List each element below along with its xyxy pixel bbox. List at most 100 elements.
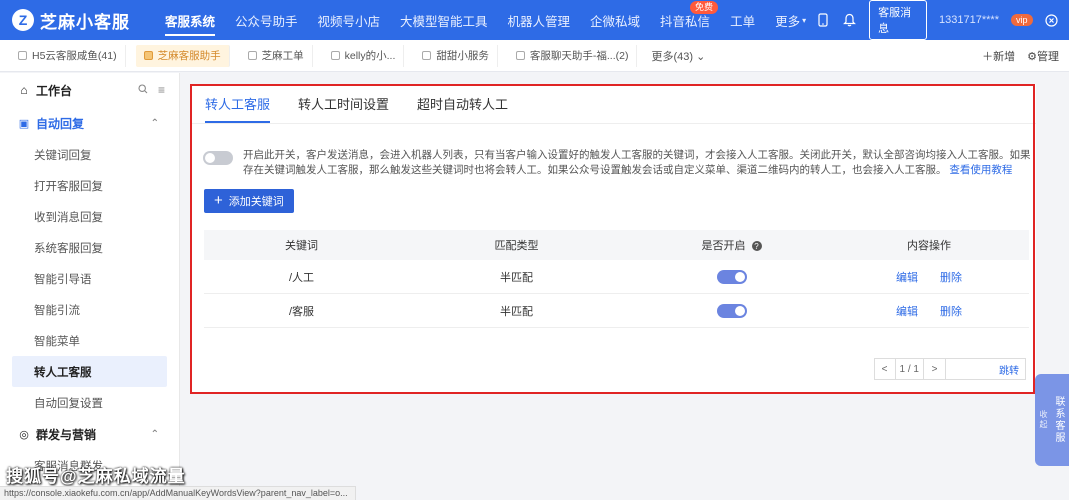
switch-description: 开启此开关，客户发送消息，会进入机器人列表，只有当客户输入设置好的触发人工客服的… (243, 148, 1033, 178)
sidebar-item-auto-reply-settings[interactable]: 自动回复设置 (0, 387, 167, 418)
account-tab[interactable]: 客服聊天助手-福...(2) (508, 44, 638, 67)
home-icon: ⌂ (20, 83, 28, 97)
account-tab[interactable]: 甜甜小服务 (414, 44, 498, 67)
tab-transfer-human[interactable]: 转人工客服 (205, 94, 284, 123)
vip-badge: vip (1010, 14, 1033, 26)
table-row: /客服 半匹配 编辑 删除 (204, 294, 1029, 328)
account-tab[interactable]: kelly的小... (323, 44, 405, 67)
mobile-icon[interactable] (816, 12, 831, 28)
column-enabled-label: 是否开启 (701, 240, 746, 252)
account-tab-label: kelly的小... (344, 50, 396, 62)
table-header: 关键词 匹配类型 是否开启 ? 内容操作 (204, 230, 1029, 260)
nav-item-video-shop[interactable]: 视频号小店 (307, 0, 390, 40)
chevron-down-icon: ⌄ (696, 50, 706, 63)
enabled-toggle[interactable] (716, 303, 747, 318)
sidebar-item-message-reply[interactable]: 收到消息回复 (0, 201, 167, 232)
enabled-cell (634, 303, 829, 318)
more-accounts-label: 更多(43) (651, 50, 694, 63)
sidebar-item-smart-menu[interactable]: 智能菜单 (0, 325, 167, 356)
sidebar-item-open-reply[interactable]: 打开客服回复 (0, 170, 167, 201)
nav-item-ai-tools[interactable]: 大模型智能工具 (390, 0, 498, 40)
add-keyword-button[interactable]: + 添加关键词 (204, 189, 294, 213)
account-tab-active[interactable]: 芝麻客服助手 (135, 44, 230, 67)
robot-switch-toggle[interactable] (203, 151, 233, 165)
account-tabs-bar: H5云客服咸鱼(41) 芝麻客服助手 芝麻工单 kelly的小... 甜甜小服务… (0, 40, 1069, 72)
tab-timeout-transfer[interactable]: 超时自动转人工 (417, 94, 522, 123)
account-avatar-icon (422, 51, 432, 60)
nav-item-ticket[interactable]: 工单 (720, 0, 765, 40)
sidebar-workbench[interactable]: ⌂ 工作台 ≡ (0, 73, 179, 107)
match-type-cell: 半匹配 (500, 305, 533, 318)
close-circle-icon[interactable] (1045, 12, 1060, 28)
customer-message-button[interactable]: 客服消息 (869, 0, 928, 40)
next-page-button[interactable]: > (924, 358, 946, 380)
column-operations: 内容操作 (907, 240, 951, 252)
switch-description-text: 开启此开关，客户发送消息，会进入机器人列表，只有当客户输入设置好的触发人工客服的… (243, 149, 1031, 176)
manage-button[interactable]: ⚙管理 (1027, 48, 1059, 64)
sidebar-item-smart-traffic[interactable]: 智能引流 (0, 294, 167, 325)
sidebar-group-marketing[interactable]: ◎ 群发与营销 ⌃ (0, 418, 179, 450)
nav-item-douyin[interactable]: 抖音私信 免费 (650, 0, 720, 40)
delete-button[interactable]: 删除 (940, 269, 962, 285)
search-icon[interactable] (138, 83, 148, 97)
operations-cell: 编辑 删除 (829, 269, 1029, 285)
edit-button[interactable]: 编辑 (896, 303, 918, 319)
logo-icon: Z (12, 9, 34, 31)
add-keyword-label: 添加关键词 (228, 196, 284, 208)
sidebar-item-system-reply[interactable]: 系统客服回复 (0, 232, 167, 263)
keyword-cell: /人工 (288, 271, 315, 284)
help-icon[interactable]: ? (751, 241, 762, 252)
plus-icon: ＋ (982, 50, 994, 63)
nav-item-customer-service[interactable]: 客服系统 (155, 0, 225, 40)
user-phone[interactable]: 1331717**** (939, 14, 999, 26)
nav-item-wecom[interactable]: 企微私域 (580, 0, 650, 40)
free-badge: 免费 (690, 1, 719, 14)
keyword-cell: /客服 (288, 305, 315, 318)
bell-icon[interactable] (843, 12, 858, 28)
caret-down-icon: ▾ (802, 15, 807, 25)
account-avatar-icon (247, 51, 257, 60)
contact-support-widget[interactable]: 收起 联系客服 (1035, 374, 1069, 466)
prev-page-button[interactable]: < (873, 358, 896, 380)
account-tab-label: 甜甜小服务 (436, 50, 489, 62)
more-accounts-dropdown[interactable]: 更多(43) ⌄ (651, 48, 705, 64)
top-navigation: Z 芝麻小客服 客服系统 公众号助手 视频号小店 大模型智能工具 机器人管理 企… (0, 0, 1069, 40)
collapse-label[interactable]: 收起 (1038, 410, 1049, 430)
account-avatar-icon (18, 51, 27, 60)
nav-item-robot-management[interactable]: 机器人管理 (498, 0, 581, 40)
broadcast-icon: ◎ (19, 428, 29, 441)
sidebar-item-keyword-reply[interactable]: 关键词回复 (0, 139, 167, 170)
sidebar-item-smart-guide[interactable]: 智能引导语 (0, 263, 167, 294)
nav-item-more[interactable]: 更多 ▾ (765, 0, 816, 40)
add-account-button[interactable]: ＋新增 (982, 48, 1015, 64)
account-avatar-icon (515, 51, 525, 60)
contact-label: 联系客服 (1053, 396, 1064, 444)
switch-info-row: 开启此开关，客户发送消息，会进入机器人列表，只有当客户输入设置好的触发人工客服的… (203, 148, 1033, 178)
enabled-cell (634, 269, 829, 284)
sidebar-group-auto-reply[interactable]: ▣ 自动回复 ⌃ (0, 107, 179, 139)
sidebar: ⌂ 工作台 ≡ ▣ 自动回复 ⌃ 关键词回复 打开客服回复 收到消息回复 系统客… (0, 73, 180, 500)
table-row: /人工 半匹配 编辑 删除 (204, 260, 1029, 294)
tutorial-link[interactable]: 查看使用教程 (949, 164, 1012, 176)
match-type-cell: 半匹配 (500, 271, 533, 284)
account-tab[interactable]: H5云客服咸鱼(41) (10, 44, 126, 67)
enabled-toggle[interactable] (716, 269, 747, 284)
account-tab[interactable]: 芝麻工单 (240, 44, 313, 67)
tab-transfer-time[interactable]: 转人工时间设置 (298, 94, 403, 123)
brand-logo[interactable]: Z 芝麻小客服 (0, 8, 155, 33)
sidebar-item-transfer-human[interactable]: 转人工客服 (12, 356, 167, 387)
page-indicator: 1 / 1 (895, 358, 924, 380)
jump-page-button[interactable]: 跳转 (946, 358, 1026, 380)
nav-item-official-account[interactable]: 公众号助手 (225, 0, 308, 40)
nav-item-more-label: 更多 (775, 14, 801, 29)
content-tabs: 转人工客服 转人工时间设置 超时自动转人工 (191, 84, 1036, 124)
edit-button[interactable]: 编辑 (896, 269, 918, 285)
gear-icon: ⚙ (1027, 50, 1037, 63)
menu-collapse-icon[interactable]: ≡ (158, 83, 165, 97)
account-avatar-icon (143, 51, 153, 60)
status-url: https://console.xiaokefu.com.cn/app/AddM… (0, 486, 356, 500)
delete-button[interactable]: 删除 (940, 303, 962, 319)
group-label: 群发与营销 (36, 427, 97, 442)
account-tab-label: H5云客服咸鱼(41) (32, 50, 117, 62)
watermark: 搜狐号@芝麻私域流量 (6, 467, 186, 486)
